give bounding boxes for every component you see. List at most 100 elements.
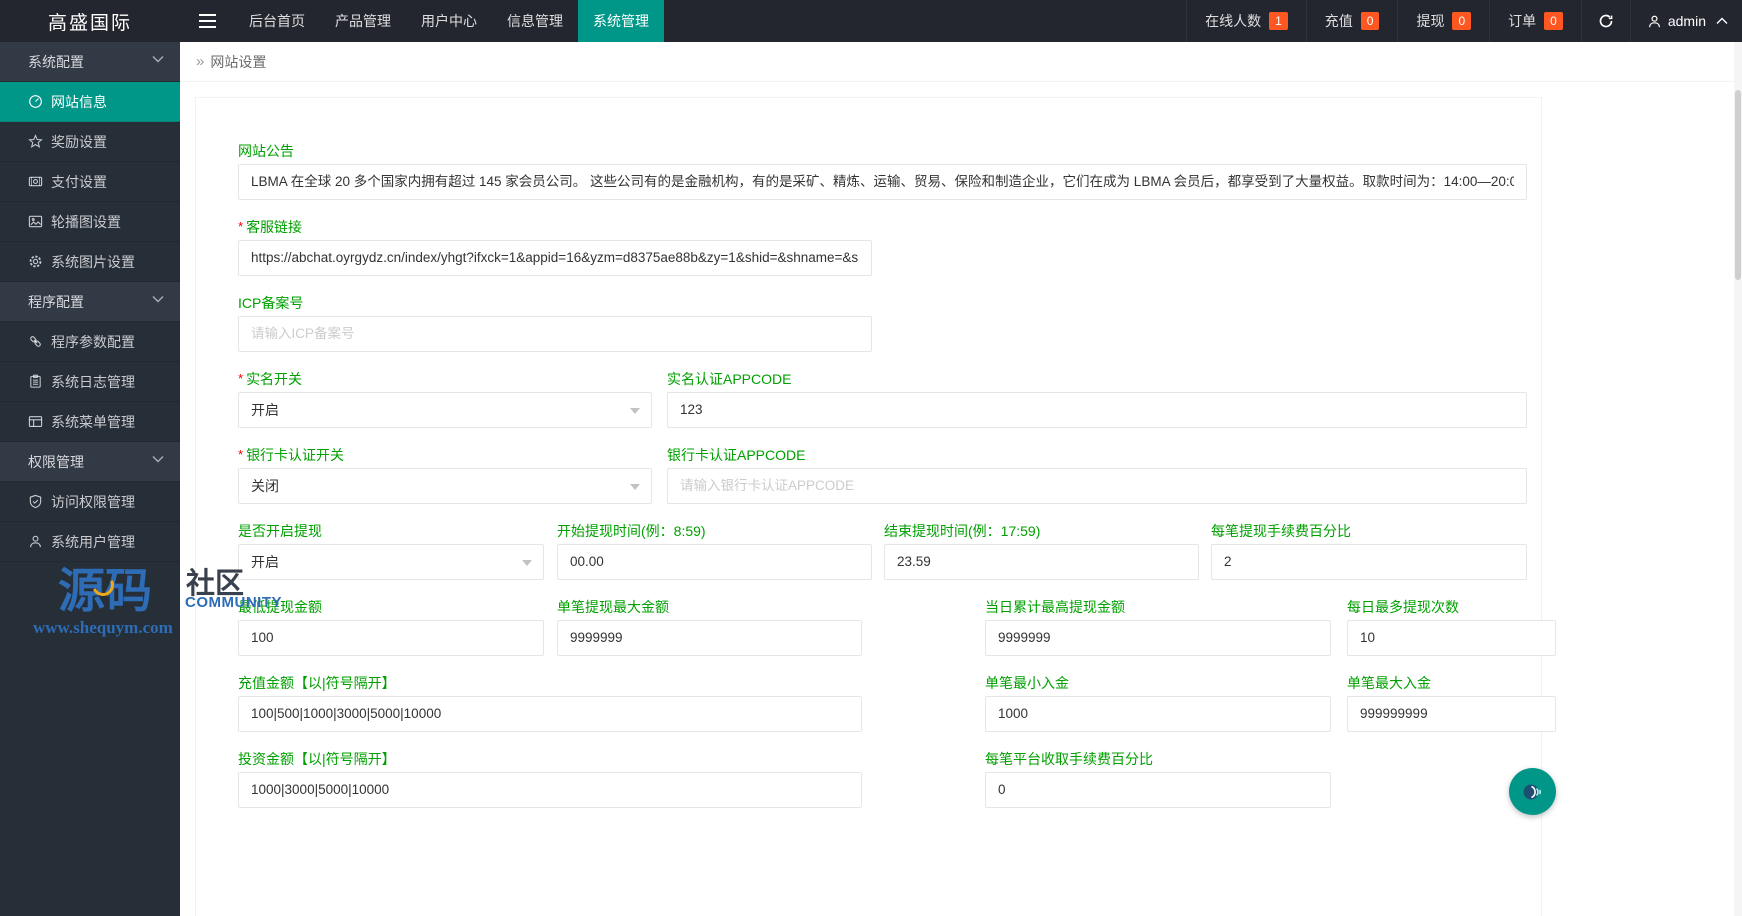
field-withdraw-fee-percent: 每笔提现手续费百分比 — [1211, 522, 1527, 580]
field-max-deposit: 单笔最大入金 — [1347, 674, 1556, 732]
image-icon — [28, 214, 43, 229]
select-arrow-icon — [522, 560, 532, 566]
user-menu[interactable]: admin — [1630, 0, 1742, 42]
field-withdraw-end-time: 结束提现时间(例：17:59) — [884, 522, 1199, 580]
recharge-count-badge: 0 — [1361, 12, 1380, 30]
stat-recharge[interactable]: 充值 0 — [1306, 0, 1398, 42]
field-service-link: *客服链接 — [238, 218, 872, 276]
online-count-badge: 1 — [1269, 12, 1288, 30]
withdraw-count-badge: 0 — [1452, 12, 1471, 30]
user-icon — [1647, 14, 1662, 29]
max-withdraw-single-input[interactable] — [557, 620, 862, 656]
hamburger-icon — [199, 14, 216, 28]
nav-item-users[interactable]: 用户中心 — [406, 0, 492, 42]
field-min-withdraw: 最低提现金额 — [238, 598, 544, 656]
sidebar-group-system-config[interactable]: 系统配置 — [0, 42, 180, 82]
clipboard-icon — [28, 374, 43, 389]
main-content: » 网站设置 网站公告 *客服链接 ICP备案号 — [180, 42, 1742, 916]
withdraw-start-time-input[interactable] — [557, 544, 872, 580]
sidebar-item-reward-settings[interactable]: 奖励设置 — [0, 122, 180, 162]
stat-orders[interactable]: 订单 0 — [1489, 0, 1581, 42]
sidebar-item-system-users[interactable]: 系统用户管理 — [0, 522, 180, 562]
sidebar-item-system-images[interactable]: 系统图片设置 — [0, 242, 180, 282]
field-withdraw-start-time: 开始提现时间(例：8:59) — [557, 522, 872, 580]
refresh-icon — [1598, 13, 1614, 29]
platform-fee-percent-input[interactable] — [985, 772, 1331, 808]
nav-item-dashboard[interactable]: 后台首页 — [234, 0, 320, 42]
realname-switch-select[interactable]: 开启 — [238, 392, 652, 428]
sidebar-group-program-config[interactable]: 程序配置 — [0, 282, 180, 322]
star-icon — [28, 134, 43, 149]
field-platform-fee-percent: 每笔平台收取手续费百分比 — [985, 750, 1331, 808]
withdraw-end-time-input[interactable] — [884, 544, 1199, 580]
sidebar-item-site-info[interactable]: 网站信息 — [0, 82, 180, 122]
recharge-amounts-input[interactable] — [238, 696, 862, 732]
field-invest-amounts: 投资金额【以|符号隔开】 — [238, 750, 862, 808]
sidebar-item-system-menus[interactable]: 系统菜单管理 — [0, 402, 180, 442]
stat-online-users[interactable]: 在线人数 1 — [1186, 0, 1306, 42]
sidebar-item-program-params[interactable]: 程序参数配置 — [0, 322, 180, 362]
sidebar: 系统配置 网站信息 奖励设置 支付设置 轮播图设置 系统图片设置 程序配置 程序… — [0, 42, 180, 916]
customer-service-float-button[interactable] — [1509, 768, 1556, 815]
sidebar-item-access-permissions[interactable]: 访问权限管理 — [0, 482, 180, 522]
field-max-withdraw-daily: 当日累计最高提现金额 — [985, 598, 1331, 656]
withdraw-fee-percent-input[interactable] — [1211, 544, 1527, 580]
sidebar-item-system-logs[interactable]: 系统日志管理 — [0, 362, 180, 402]
user-icon — [28, 534, 43, 549]
refresh-button[interactable] — [1581, 0, 1630, 42]
min-deposit-input[interactable] — [985, 696, 1331, 732]
field-realname-switch: *实名开关 开启 — [238, 370, 652, 428]
icp-input[interactable] — [238, 316, 872, 352]
top-nav: 后台首页 产品管理 用户中心 信息管理 系统管理 — [234, 0, 664, 42]
breadcrumb: » 网站设置 — [180, 42, 1742, 82]
app-logo: 高盛国际 — [0, 0, 180, 42]
field-min-deposit: 单笔最小入金 — [985, 674, 1331, 732]
nav-item-info[interactable]: 信息管理 — [492, 0, 578, 42]
invest-amounts-input[interactable] — [238, 772, 862, 808]
nav-item-system[interactable]: 系统管理 — [578, 0, 664, 42]
field-icp: ICP备案号 — [238, 294, 872, 352]
window-icon — [28, 414, 43, 429]
money-icon — [28, 174, 43, 189]
realname-appcode-input[interactable] — [667, 392, 1527, 428]
order-count-badge: 0 — [1544, 12, 1563, 30]
min-withdraw-input[interactable] — [238, 620, 544, 656]
site-announcement-input[interactable] — [238, 164, 1527, 200]
field-max-withdraw-times: 每日最多提现次数 — [1347, 598, 1556, 656]
nav-item-products[interactable]: 产品管理 — [320, 0, 406, 42]
field-recharge-amounts: 充值金额【以|符号隔开】 — [238, 674, 862, 732]
select-arrow-icon — [630, 408, 640, 414]
chevron-down-icon — [152, 55, 164, 63]
settings-form-card: 网站公告 *客服链接 ICP备案号 *实名开关 开启 实名 — [195, 97, 1542, 916]
bankcard-appcode-input[interactable] — [667, 468, 1527, 504]
service-link-input[interactable] — [238, 240, 872, 276]
header-right-group: 在线人数 1 充值 0 提现 0 订单 0 admin — [1186, 0, 1742, 42]
chevron-down-icon — [152, 295, 164, 303]
sidebar-item-payment-settings[interactable]: 支付设置 — [0, 162, 180, 202]
sidebar-toggle-button[interactable] — [180, 0, 234, 42]
max-deposit-input[interactable] — [1347, 696, 1556, 732]
max-withdraw-times-input[interactable] — [1347, 620, 1556, 656]
field-max-withdraw-single: 单笔提现最大金额 — [557, 598, 862, 656]
field-site-announcement: 网站公告 — [238, 142, 1527, 200]
chevron-down-icon — [152, 455, 164, 463]
scrollbar-thumb[interactable] — [1735, 90, 1741, 280]
field-withdraw-enable: 是否开启提现 开启 — [238, 522, 544, 580]
bankcard-switch-select[interactable]: 关闭 — [238, 468, 652, 504]
link-icon — [28, 334, 43, 349]
max-withdraw-daily-input[interactable] — [985, 620, 1331, 656]
withdraw-enable-select[interactable]: 开启 — [238, 544, 544, 580]
select-arrow-icon — [630, 484, 640, 490]
field-bankcard-switch: *银行卡认证开关 关闭 — [238, 446, 652, 504]
stat-withdraw[interactable]: 提现 0 — [1397, 0, 1489, 42]
username-label: admin — [1668, 13, 1706, 29]
page-title: 网站设置 — [210, 52, 266, 72]
sidebar-group-permissions[interactable]: 权限管理 — [0, 442, 180, 482]
shield-check-icon — [28, 494, 43, 509]
vertical-scrollbar — [1734, 42, 1742, 916]
gauge-icon — [28, 94, 43, 109]
sidebar-item-carousel-settings[interactable]: 轮播图设置 — [0, 202, 180, 242]
gear-icon — [28, 254, 43, 269]
sound-icon — [1520, 779, 1546, 805]
chevron-up-icon — [1716, 17, 1728, 25]
